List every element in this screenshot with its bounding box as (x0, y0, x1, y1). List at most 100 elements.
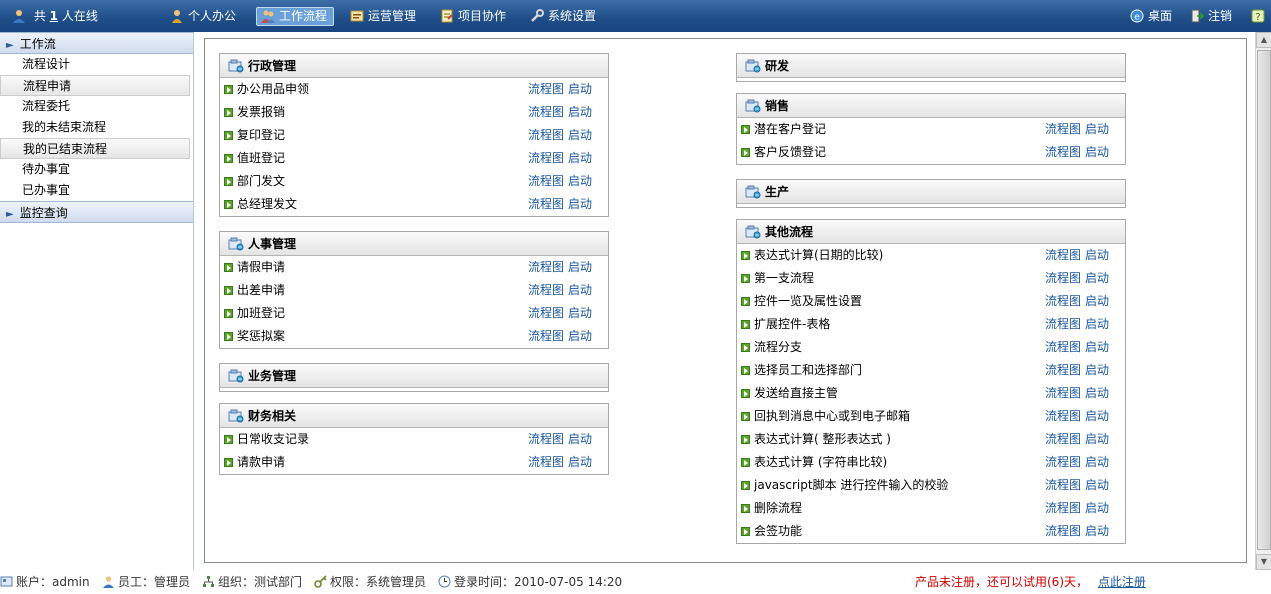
flow-name[interactable]: 表达式计算(日期的比较) (754, 248, 883, 262)
flow-start-link[interactable]: 启动 (568, 128, 592, 142)
flow-start-link[interactable]: 启动 (568, 197, 592, 211)
flow-diagram-link[interactable]: 流程图 (1045, 317, 1081, 331)
scroll-thumb[interactable] (1257, 50, 1271, 550)
flow-diagram-link[interactable]: 流程图 (528, 329, 564, 343)
flow-diagram-link[interactable]: 流程图 (1045, 524, 1081, 538)
flow-diagram-link[interactable]: 流程图 (528, 151, 564, 165)
sidebar-item-my-finished[interactable]: 我的已结束流程 (0, 138, 190, 159)
flow-start-link[interactable]: 启动 (1085, 122, 1109, 136)
flow-start-link[interactable]: 启动 (1085, 363, 1109, 377)
flow-diagram-link[interactable]: 流程图 (1045, 501, 1081, 515)
flow-diagram-link[interactable]: 流程图 (1045, 432, 1081, 446)
flow-name[interactable]: 第一支流程 (754, 271, 814, 285)
sidebar-item-my-unfinished[interactable]: 我的未结束流程 (0, 117, 193, 138)
flow-start-link[interactable]: 启动 (1085, 145, 1109, 159)
flow-diagram-link[interactable]: 流程图 (528, 432, 564, 446)
flow-name[interactable]: 发送给直接主管 (754, 386, 838, 400)
flow-start-link[interactable]: 启动 (1085, 340, 1109, 354)
flow-name[interactable]: 部门发文 (237, 174, 285, 188)
flow-diagram-link[interactable]: 流程图 (528, 260, 564, 274)
flow-name[interactable]: 日常收支记录 (237, 432, 309, 446)
flow-diagram-link[interactable]: 流程图 (1045, 294, 1081, 308)
flow-diagram-link[interactable]: 流程图 (1045, 340, 1081, 354)
flow-diagram-link[interactable]: 流程图 (528, 283, 564, 297)
flow-start-link[interactable]: 启动 (568, 306, 592, 320)
sidebar-item-done[interactable]: 已办事宜 (0, 180, 193, 201)
scroll-up-icon[interactable]: ▲ (1256, 32, 1271, 48)
flow-name[interactable]: 复印登记 (237, 128, 285, 142)
scroll-down-icon[interactable]: ▼ (1256, 554, 1271, 570)
flow-start-link[interactable]: 启动 (568, 455, 592, 469)
flow-diagram-link[interactable]: 流程图 (1045, 122, 1081, 136)
sidebar-item-flow-delegate[interactable]: 流程委托 (0, 96, 193, 117)
flow-start-link[interactable]: 启动 (568, 82, 592, 96)
flow-start-link[interactable]: 启动 (1085, 248, 1109, 262)
nav-project-collab[interactable]: 项目协作 (440, 0, 506, 32)
flow-name[interactable]: 回执到消息中心或到电子邮箱 (754, 409, 910, 423)
nav-operations[interactable]: 运营管理 (350, 0, 416, 32)
flow-name[interactable]: 请假申请 (237, 260, 285, 274)
flow-diagram-link[interactable]: 流程图 (528, 128, 564, 142)
flow-diagram-link[interactable]: 流程图 (528, 105, 564, 119)
flow-diagram-link[interactable]: 流程图 (528, 306, 564, 320)
flow-start-link[interactable]: 启动 (1085, 455, 1109, 469)
online-count[interactable]: 1 (50, 9, 58, 23)
flow-diagram-link[interactable]: 流程图 (528, 82, 564, 96)
flow-diagram-link[interactable]: 流程图 (1045, 271, 1081, 285)
logout-link[interactable]: 注销 (1190, 0, 1232, 32)
register-link[interactable]: 点此注册 (1098, 575, 1146, 589)
flow-start-link[interactable]: 启动 (568, 329, 592, 343)
nav-personal-office[interactable]: 个人办公 (170, 0, 236, 32)
nav-system-settings[interactable]: 系统设置 (530, 0, 596, 32)
flow-diagram-link[interactable]: 流程图 (528, 197, 564, 211)
flow-start-link[interactable]: 启动 (1085, 317, 1109, 331)
flow-diagram-link[interactable]: 流程图 (1045, 409, 1081, 423)
flow-name[interactable]: 出差申请 (237, 283, 285, 297)
flow-name[interactable]: 发票报销 (237, 105, 285, 119)
flow-start-link[interactable]: 启动 (568, 260, 592, 274)
flow-name[interactable]: 加班登记 (237, 306, 285, 320)
flow-start-link[interactable]: 启动 (1085, 386, 1109, 400)
flow-name[interactable]: 请款申请 (237, 455, 285, 469)
sidebar-section-monitor[interactable]: ► 监控查询 (0, 201, 193, 223)
flow-name[interactable]: 会签功能 (754, 524, 802, 538)
sidebar-item-flow-design[interactable]: 流程设计 (0, 54, 193, 75)
flow-start-link[interactable]: 启动 (1085, 478, 1109, 492)
flow-name[interactable]: 潜在客户登记 (754, 122, 826, 136)
flow-diagram-link[interactable]: 流程图 (528, 455, 564, 469)
flow-start-link[interactable]: 启动 (1085, 501, 1109, 515)
flow-start-link[interactable]: 启动 (1085, 409, 1109, 423)
flow-diagram-link[interactable]: 流程图 (528, 174, 564, 188)
sidebar-item-todo[interactable]: 待办事宜 (0, 159, 193, 180)
flow-diagram-link[interactable]: 流程图 (1045, 363, 1081, 377)
flow-name[interactable]: 流程分支 (754, 340, 802, 354)
flow-name[interactable]: 表达式计算( 整形表达式 ) (754, 432, 891, 446)
sidebar-section-workflow[interactable]: ► 工作流 (0, 32, 193, 54)
flow-diagram-link[interactable]: 流程图 (1045, 248, 1081, 262)
flow-name[interactable]: javascript脚本 进行控件输入的校验 (754, 478, 948, 492)
flow-start-link[interactable]: 启动 (568, 174, 592, 188)
flow-name[interactable]: 值班登记 (237, 151, 285, 165)
flow-start-link[interactable]: 启动 (568, 283, 592, 297)
flow-start-link[interactable]: 启动 (568, 432, 592, 446)
flow-name[interactable]: 奖惩拟案 (237, 329, 285, 343)
flow-name[interactable]: 总经理发文 (237, 197, 297, 211)
help-button[interactable]: ? (1251, 0, 1269, 32)
flow-start-link[interactable]: 启动 (1085, 432, 1109, 446)
flow-name[interactable]: 办公用品申领 (237, 82, 309, 96)
nav-workflow-tab[interactable]: 工作流程 (256, 7, 335, 26)
flow-name[interactable]: 控件一览及属性设置 (754, 294, 862, 308)
flow-name[interactable]: 删除流程 (754, 501, 802, 515)
desktop-link[interactable]: e 桌面 (1130, 0, 1172, 32)
flow-start-link[interactable]: 启动 (1085, 524, 1109, 538)
flow-name[interactable]: 扩展控件-表格 (754, 317, 830, 331)
sidebar-item-flow-apply[interactable]: 流程申请 (0, 75, 190, 96)
flow-name[interactable]: 表达式计算 (字符串比较) (754, 455, 887, 469)
flow-diagram-link[interactable]: 流程图 (1045, 145, 1081, 159)
vertical-scrollbar[interactable]: ▲ ▼ (1255, 32, 1271, 570)
flow-diagram-link[interactable]: 流程图 (1045, 386, 1081, 400)
flow-diagram-link[interactable]: 流程图 (1045, 455, 1081, 469)
flow-name[interactable]: 客户反馈登记 (754, 145, 826, 159)
flow-start-link[interactable]: 启动 (1085, 271, 1109, 285)
flow-start-link[interactable]: 启动 (1085, 294, 1109, 308)
